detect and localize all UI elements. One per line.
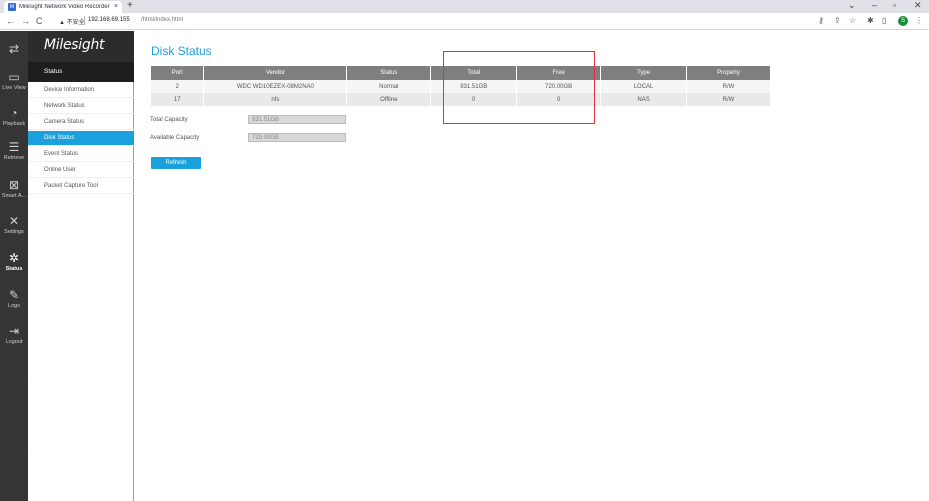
forward-icon[interactable]: → — [21, 16, 30, 26]
nav-smart-analysis[interactable]: ⊠ Smart A... — [0, 178, 28, 200]
column-header-type: Type — [600, 66, 688, 80]
cell-property: R/W — [686, 80, 771, 93]
main-nav-bar: ⇄ ▭ Live View ◔ Playback ☰ Retrieve ⊠ Sm… — [0, 31, 28, 501]
cell-type: LOCAL — [600, 80, 688, 93]
extensions-icon[interactable]: ✱ — [867, 16, 874, 25]
total-capacity-field: 931.51GB — [248, 115, 346, 124]
tab-close-icon[interactable]: × — [114, 3, 118, 10]
cell-status: Offline — [346, 93, 432, 106]
minimize-icon[interactable]: – — [872, 0, 877, 10]
sidebar-heading: Status — [28, 62, 134, 82]
share-icon[interactable]: ⇪ — [834, 16, 841, 25]
key-icon[interactable]: ⚷ — [818, 16, 824, 25]
nav-retrieve[interactable]: ☰ Retrieve — [0, 140, 28, 162]
cell-port: 17 — [151, 93, 205, 106]
brand-header: Milesight — [28, 31, 134, 62]
nav-live-view[interactable]: ▭ Live View — [0, 70, 28, 92]
url-path[interactable]: /html/index.html — [141, 17, 183, 23]
url-host[interactable]: 192.168.69.155 — [88, 17, 130, 23]
sidebar-item-event-status[interactable]: Event Status — [28, 147, 134, 162]
menu-toggle-icon: ⇄ — [8, 42, 20, 56]
maximize-icon[interactable]: ▫ — [893, 0, 896, 10]
logs-icon: ✎ — [8, 288, 20, 302]
profile-avatar[interactable]: S — [898, 16, 908, 26]
cell-type: NAS — [600, 93, 688, 106]
nav-logout[interactable]: ⇥ Logout — [0, 324, 28, 346]
available-capacity-field: 720.00GB — [248, 133, 346, 142]
sidebar-item-online-user[interactable]: Online User — [28, 163, 134, 178]
sidepanel-icon[interactable]: ▯ — [882, 16, 886, 25]
sidebar-item-packet-capture-tool[interactable]: Packet Capture Tool — [28, 179, 134, 194]
back-icon[interactable]: ← — [6, 16, 15, 26]
column-header-status: Status — [346, 66, 432, 80]
refresh-button[interactable]: Refresh — [151, 157, 201, 169]
nav-settings[interactable]: ✕ Settings — [0, 214, 28, 236]
smart-analysis-icon: ⊠ — [8, 178, 20, 192]
nav-status[interactable]: ✲ Status — [0, 251, 28, 273]
column-header-property: Property — [686, 66, 771, 80]
nav-label: Retrieve — [3, 155, 25, 161]
reload-icon[interactable]: C — [36, 16, 43, 26]
milesight-logo: Milesight — [44, 37, 105, 53]
status-icon: ✲ — [8, 251, 20, 265]
sidebar-item-device-information[interactable]: Device Information — [28, 83, 134, 98]
cell-vendor: WDC WD10EZEX-08M2NA0 — [203, 80, 348, 93]
settings-icon: ✕ — [8, 214, 20, 228]
nav-label: Logs — [8, 303, 20, 309]
nav-playback[interactable]: ◔ Playback — [0, 106, 28, 128]
cell-property: R/W — [686, 93, 771, 106]
nav-label: Logout — [5, 339, 23, 345]
cell-port: 2 — [151, 80, 205, 93]
nav-label: Live View — [2, 85, 26, 91]
url-divider — [84, 16, 85, 25]
milesight-favicon-icon: M — [8, 3, 16, 11]
retrieve-icon: ☰ — [8, 140, 20, 154]
page-title: Disk Status — [151, 44, 212, 58]
nav-menu-toggle[interactable]: ⇄ — [0, 43, 28, 56]
status-sidebar: Milesight Status Device Information Netw… — [28, 31, 134, 501]
logout-icon: ⇥ — [8, 324, 20, 338]
not-secure-indicator[interactable]: ▲ 不安全 — [59, 17, 85, 26]
available-capacity-label: Available Capacity — [150, 135, 200, 141]
browser-tab-bar: M Milesight Network Video Recorder × + ⌄… — [0, 0, 929, 13]
playback-icon: ◔ — [10, 106, 18, 120]
nav-label: Settings — [4, 229, 24, 235]
browser-tab[interactable]: M Milesight Network Video Recorder × — [4, 1, 122, 13]
nav-label: Status — [5, 266, 23, 272]
nav-label: Playback — [2, 121, 26, 127]
address-bar: ← → C ▲ 不安全 192.168.69.155 /html/index.h… — [0, 13, 929, 30]
sidebar-item-disk-status[interactable]: Disk Status — [28, 131, 134, 146]
cell-status: Normal — [346, 80, 432, 93]
column-header-vendor: Vendor — [203, 66, 348, 80]
bookmark-star-icon[interactable]: ☆ — [849, 16, 856, 25]
cell-vendor: nfs — [203, 93, 348, 106]
new-tab-button[interactable]: + — [127, 0, 133, 11]
total-capacity-label: Total Capacity — [150, 117, 188, 123]
tab-title: Milesight Network Video Recorder — [19, 4, 110, 10]
more-menu-icon[interactable]: ⋮ — [915, 16, 923, 25]
column-header-port: Port — [151, 66, 205, 80]
close-window-icon[interactable]: ✕ — [914, 0, 922, 11]
sidebar-item-camera-status[interactable]: Camera Status — [28, 115, 134, 130]
nav-label: Smart A... — [1, 193, 27, 199]
live-view-icon: ▭ — [8, 70, 20, 84]
chevron-down-icon[interactable]: ⌄ — [848, 0, 856, 11]
annotation-highlight-box — [443, 51, 595, 124]
main-content: Disk Status Port Vendor Status Total Fre… — [134, 31, 929, 501]
sidebar-item-network-status[interactable]: Network Status — [28, 99, 134, 114]
nav-logs[interactable]: ✎ Logs — [0, 288, 28, 310]
